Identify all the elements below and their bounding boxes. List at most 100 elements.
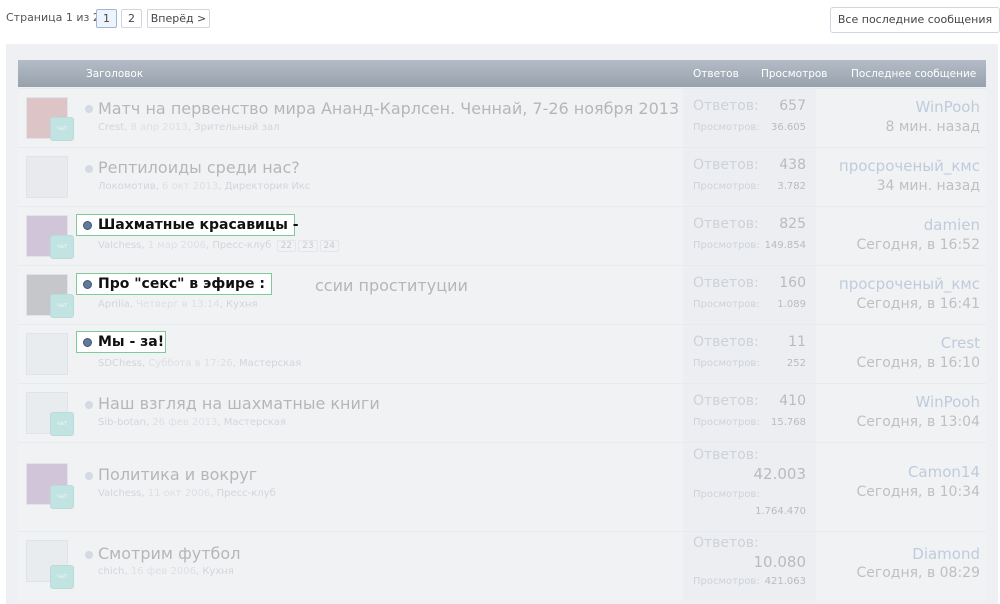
forum-link[interactable]: Зрительный зал bbox=[194, 122, 279, 133]
last-poster-link[interactable]: просроченый_кмс bbox=[839, 157, 980, 175]
table-row[interactable]: чат Политика и вокруг Valchess, 11 окт 2… bbox=[18, 442, 986, 531]
table-row[interactable]: чат Смотрим футбол chich, 16 фев 2006, К… bbox=[18, 531, 986, 601]
last-post-time[interactable]: Сегодня, в 13:04 bbox=[856, 414, 980, 430]
author-link[interactable]: Crest bbox=[98, 122, 124, 133]
table-row[interactable]: Рептилоиды среди нас? Локомотив, 6 окт 2… bbox=[18, 147, 986, 206]
last-post-time[interactable]: Сегодня, в 16:10 bbox=[856, 355, 980, 371]
replies-count: 10.080 bbox=[753, 553, 807, 571]
forum-link[interactable]: Пресс-клуб bbox=[217, 488, 276, 499]
author-link[interactable]: Valchess bbox=[98, 488, 141, 499]
thread-date: 11 окт 2006 bbox=[147, 488, 211, 499]
all-latest-messages-button[interactable]: Все последние сообщения bbox=[830, 7, 1000, 33]
views-label: Просмотров: bbox=[693, 417, 760, 428]
chat-badge-icon: чат bbox=[50, 117, 74, 141]
thread-status-icon bbox=[83, 280, 92, 289]
chat-badge-icon: чат bbox=[50, 294, 74, 318]
thread-meta: Sib-botan, 26 фев 2013, Мастерская bbox=[98, 417, 287, 428]
last-poster-link[interactable]: WinPooh bbox=[915, 393, 980, 411]
thread-title-link[interactable]: Матч на первенство мира Ананд-Карлсен. Ч… bbox=[98, 99, 679, 118]
last-poster-link[interactable]: Camon14 bbox=[908, 463, 980, 481]
thread-status-icon bbox=[83, 221, 92, 230]
thread-stats: Ответов: 42.003 Просмотров: 1.764.470 bbox=[683, 443, 816, 531]
replies-label: Ответов: bbox=[693, 157, 759, 173]
avatar[interactable] bbox=[26, 333, 68, 375]
last-post-time[interactable]: Сегодня, в 08:29 bbox=[856, 565, 980, 581]
header-title[interactable]: Заголовок bbox=[86, 68, 143, 80]
author-link[interactable]: SDChess bbox=[98, 358, 142, 369]
thread-title-link[interactable]: Политика и вокруг bbox=[98, 465, 257, 484]
thread-date: 1 мар 2006 bbox=[147, 240, 206, 251]
replies-label: Ответов: bbox=[693, 535, 759, 551]
table-row[interactable]: чат Матч на первенство мира Ананд-Карлсе… bbox=[18, 88, 986, 147]
replies-label: Ответов: bbox=[693, 216, 759, 232]
replies-label: Ответов: bbox=[693, 393, 759, 409]
header-views[interactable]: Просмотров bbox=[761, 68, 828, 80]
thread-stats: Ответов: 160 Просмотров: 1.089 bbox=[683, 266, 816, 324]
views-count: 149.854 bbox=[764, 240, 806, 251]
last-poster-link[interactable]: damien bbox=[924, 216, 980, 234]
last-post-time[interactable]: Сегодня, в 10:34 bbox=[856, 484, 980, 500]
last-post-time[interactable]: 34 мин. назад bbox=[877, 178, 980, 194]
thread-title-text: Шахматные красавицы - bbox=[98, 217, 299, 233]
last-post-time[interactable]: 8 мин. назад bbox=[885, 119, 980, 135]
chat-badge-icon: чат bbox=[50, 565, 74, 589]
last-post-time[interactable]: Сегодня, в 16:41 bbox=[856, 296, 980, 312]
author-link[interactable]: Valchess bbox=[98, 240, 141, 251]
forum-link[interactable]: Директория Икс bbox=[225, 181, 311, 192]
thread-title-text: Про "секс" в эфире : bbox=[98, 276, 266, 292]
thread-page-link[interactable]: 22 bbox=[276, 240, 297, 252]
replies-count: 42.003 bbox=[753, 465, 807, 483]
last-poster-link[interactable]: Diamond bbox=[912, 545, 980, 563]
page-1-button[interactable]: 1 bbox=[96, 9, 117, 28]
top-pagination-bar: Страница 1 из 2 1 2 Вперёд > Все последн… bbox=[0, 0, 1000, 40]
thread-stats: Ответов: 11 Просмотров: 252 bbox=[683, 325, 816, 383]
thread-meta: Aprilia, Четверг в 13:14, Кухня bbox=[98, 299, 258, 310]
views-count: 1.089 bbox=[777, 299, 806, 310]
next-page-button[interactable]: Вперёд > bbox=[147, 9, 210, 28]
thread-stats: Ответов: 438 Просмотров: 3.782 bbox=[683, 148, 816, 206]
thread-title-tail[interactable]: ссии проституции bbox=[315, 276, 468, 295]
replies-count: 438 bbox=[779, 157, 806, 173]
forum-link[interactable]: Мастерская bbox=[239, 358, 301, 369]
forum-link[interactable]: Пресс-клуб bbox=[212, 240, 271, 251]
thread-stats: Ответов: 410 Просмотров: 15.768 bbox=[683, 384, 816, 442]
header-last-message[interactable]: Последнее сообщение bbox=[851, 68, 976, 80]
header-replies[interactable]: Ответов bbox=[693, 68, 739, 80]
thread-page-link[interactable]: 23 bbox=[298, 240, 318, 252]
table-row[interactable]: чат Наш взгляд на шахматные книги Sib-bo… bbox=[18, 383, 986, 442]
last-poster-link[interactable]: Crest bbox=[941, 334, 980, 352]
views-label: Просмотров: bbox=[693, 358, 760, 369]
views-label: Просмотров: bbox=[693, 576, 760, 587]
views-count: 252 bbox=[786, 358, 806, 369]
thread-title-link-highlighted[interactable]: Мы - за! bbox=[76, 331, 166, 353]
forum-link[interactable]: Мастерская bbox=[224, 417, 286, 428]
last-post-time[interactable]: Сегодня, в 16:52 bbox=[856, 237, 980, 253]
thread-title-text: Мы - за! bbox=[98, 334, 165, 350]
views-count: 36.605 bbox=[771, 122, 806, 133]
author-link[interactable]: Sib-botan bbox=[98, 417, 146, 428]
page-2-button[interactable]: 2 bbox=[121, 9, 142, 28]
author-link[interactable]: chich bbox=[98, 566, 124, 577]
thread-title-link-highlighted[interactable]: Про "секс" в эфире : bbox=[76, 273, 272, 295]
thread-date: 6 окт 2013 bbox=[162, 181, 219, 192]
forum-link[interactable]: Кухня bbox=[202, 566, 234, 577]
thread-meta: Valchess, 11 окт 2006, Пресс-клуб bbox=[98, 488, 276, 499]
avatar[interactable] bbox=[26, 156, 68, 198]
views-count: 1.764.470 bbox=[755, 506, 806, 517]
thread-page-link[interactable]: 24 bbox=[319, 240, 339, 252]
chat-badge-icon: чат bbox=[50, 235, 74, 259]
thread-title-link-highlighted[interactable]: Шахматные красавицы - bbox=[76, 214, 299, 236]
author-link[interactable]: Aprilia bbox=[98, 299, 130, 310]
replies-count: 657 bbox=[779, 98, 806, 114]
views-label: Просмотров: bbox=[693, 181, 760, 192]
forum-link[interactable]: Кухня bbox=[226, 299, 258, 310]
replies-count: 11 bbox=[788, 334, 806, 350]
thread-title-link[interactable]: Наш взгляд на шахматные книги bbox=[98, 394, 380, 413]
thread-title-link[interactable]: Рептилоиды среди нас? bbox=[98, 158, 300, 177]
replies-label: Ответов: bbox=[693, 334, 759, 350]
thread-title-link[interactable]: Смотрим футбол bbox=[98, 544, 240, 563]
views-count: 421.063 bbox=[764, 576, 806, 587]
last-poster-link[interactable]: просроченый_кмс bbox=[839, 275, 980, 293]
last-poster-link[interactable]: WinPooh bbox=[915, 98, 980, 116]
author-link[interactable]: Локомотив bbox=[98, 181, 156, 192]
